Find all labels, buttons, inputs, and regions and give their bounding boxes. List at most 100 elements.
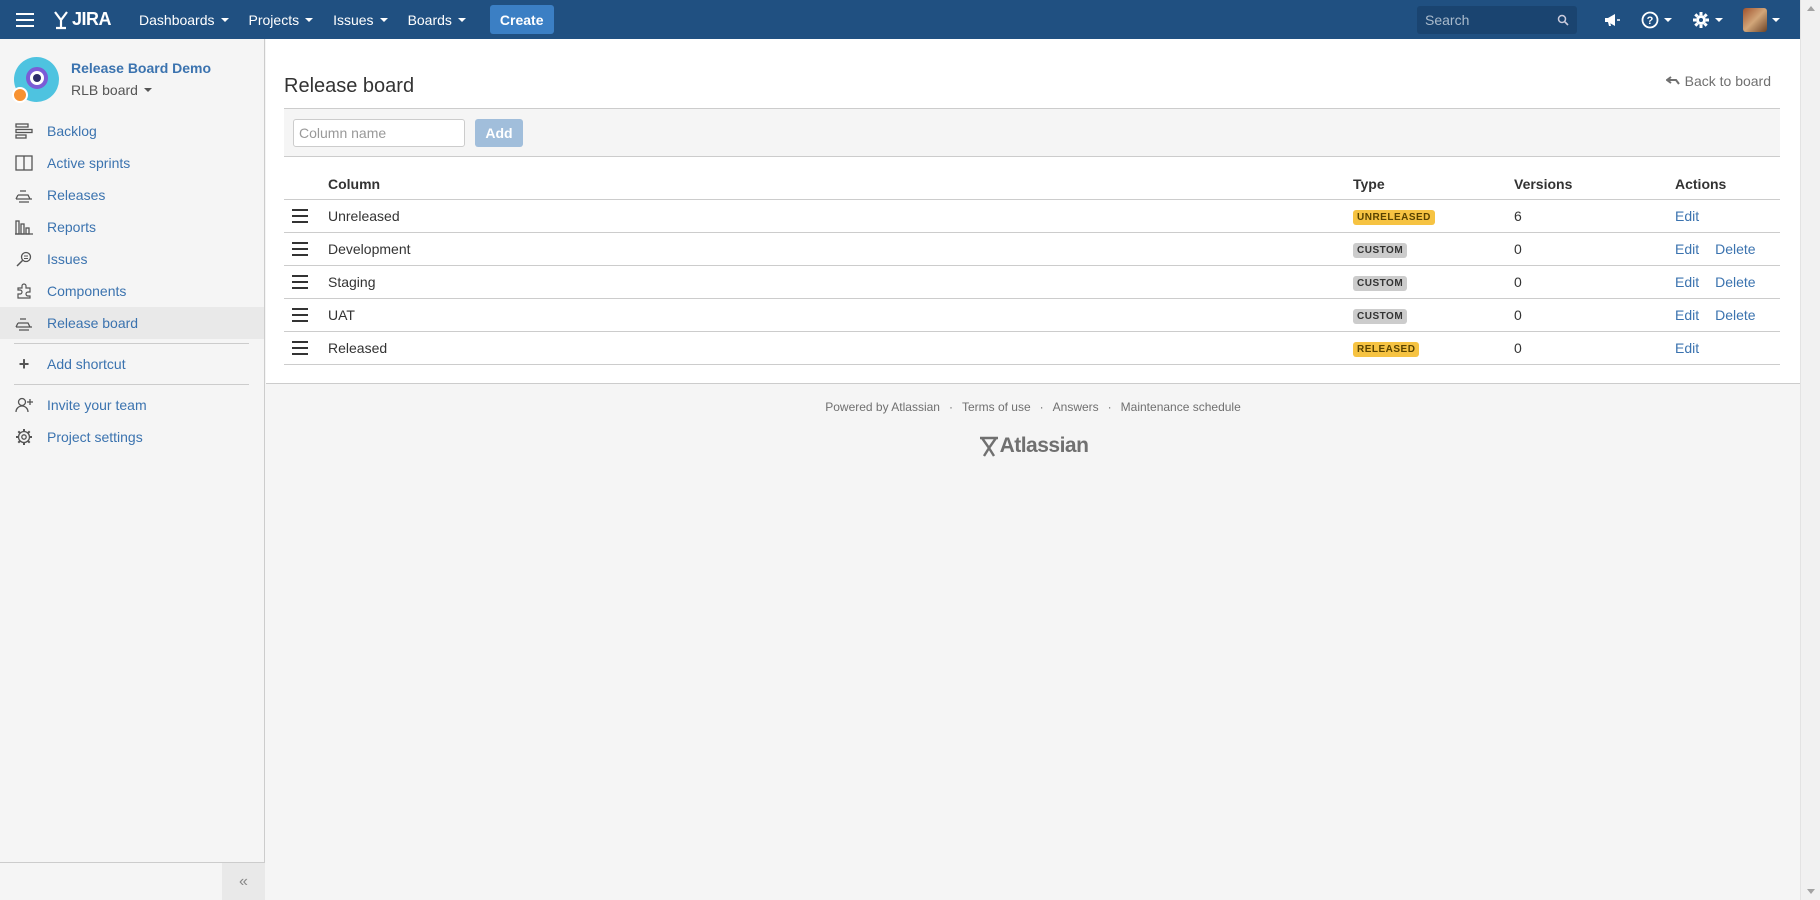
project-settings-label: Project settings (47, 429, 143, 445)
scrollbar[interactable] (1800, 0, 1820, 900)
board-selector[interactable]: RLB board (71, 82, 211, 98)
column-name: UAT (328, 307, 355, 323)
project-avatar[interactable] (12, 56, 59, 103)
type-lozenge: RELEASED (1353, 342, 1420, 357)
table-row: Released RELEASED 0 Edit (284, 332, 1780, 365)
sidebar-item-label: Releases (47, 187, 106, 203)
megaphone-icon (1605, 13, 1620, 26)
sidebar-item-release-board[interactable]: Release board (0, 307, 264, 339)
add-shortcut-button[interactable]: + Add shortcut (0, 348, 264, 380)
type-lozenge: CUSTOM (1353, 243, 1408, 258)
sidebar-item-label: Components (47, 283, 127, 299)
back-to-board-link[interactable]: Back to board (1665, 73, 1771, 89)
nav-dashboards[interactable]: Dashboards (129, 0, 239, 39)
drag-handle-icon[interactable] (292, 308, 308, 322)
sidebar-item-reports[interactable]: Reports (0, 211, 264, 243)
settings-button[interactable] (1692, 11, 1723, 29)
sidebar-item-releases[interactable]: Releases (0, 179, 264, 211)
back-arrow-icon (1665, 76, 1680, 85)
search-input[interactable] (1425, 11, 1557, 28)
project-settings-button[interactable]: Project settings (0, 421, 264, 453)
releases-icon (14, 185, 34, 205)
atlassian-logo-text: Atlassian (999, 434, 1089, 457)
sidebar-item-backlog[interactable]: Backlog (0, 115, 264, 147)
nav-boards[interactable]: Boards (398, 0, 476, 39)
project-name[interactable]: Release Board Demo (71, 60, 211, 76)
sidebar-item-label: Backlog (47, 123, 97, 139)
nav-issues-label: Issues (333, 11, 374, 28)
sidebar-item-active-sprints[interactable]: Active sprints (0, 147, 264, 179)
sidebar-item-issues[interactable]: Issues (0, 243, 264, 275)
sidebar-item-components[interactable]: Components (0, 275, 264, 307)
header-column: Column (328, 175, 381, 192)
gear-icon (14, 427, 34, 447)
delete-link[interactable]: Delete (1715, 241, 1755, 257)
search-icon[interactable] (1557, 14, 1569, 26)
sidebar-footer: « (0, 862, 265, 900)
code-badge-icon (12, 86, 28, 103)
chevron-down-icon (305, 17, 314, 22)
page-title: Release board (284, 75, 415, 97)
edit-link[interactable]: Edit (1675, 340, 1699, 356)
main-menu: Dashboards Projects Issues Boards (129, 0, 476, 39)
delete-link[interactable]: Delete (1715, 307, 1755, 323)
column-name: Staging (328, 274, 376, 290)
drag-handle-icon[interactable] (292, 242, 308, 256)
edit-link[interactable]: Edit (1675, 208, 1699, 224)
help-button[interactable]: ? (1641, 11, 1672, 29)
search-box (1417, 5, 1577, 34)
header-versions: Versions (1514, 175, 1573, 192)
sidebar: Release Board Demo RLB board Backlog Act… (0, 39, 265, 900)
header-type: Type (1353, 175, 1385, 192)
sidebar-item-label: Issues (47, 251, 88, 267)
delete-link[interactable]: Delete (1715, 274, 1755, 290)
nav-issues[interactable]: Issues (323, 0, 397, 39)
sidebar-divider (14, 384, 249, 385)
footer-link-answers[interactable]: Answers (1053, 400, 1099, 414)
footer-link-powered-by[interactable]: Powered by Atlassian (825, 400, 940, 414)
create-button[interactable]: Create (489, 5, 554, 34)
type-lozenge: CUSTOM (1353, 276, 1408, 291)
avatar (1743, 7, 1767, 32)
table-row: Development CUSTOM 0 Edit Delete (284, 233, 1780, 266)
reports-icon (14, 217, 34, 237)
column-name-input[interactable] (293, 118, 465, 147)
footer-separator: · (1039, 400, 1044, 414)
main-content: Release board Back to board Add Column T… (266, 39, 1800, 384)
scroll-up-icon[interactable] (1807, 6, 1815, 11)
edit-link[interactable]: Edit (1675, 307, 1699, 323)
edit-link[interactable]: Edit (1675, 274, 1699, 290)
menu-icon[interactable] (12, 0, 40, 39)
sidebar-divider (14, 343, 249, 344)
drag-handle-icon[interactable] (292, 275, 308, 289)
notifications-button[interactable] (1603, 12, 1621, 28)
collapse-sidebar-button[interactable]: « (222, 863, 265, 900)
page-footer: Powered by Atlassian · Terms of use · An… (266, 400, 1800, 458)
nav-projects-label: Projects (248, 11, 300, 28)
add-column-button[interactable]: Add (475, 118, 523, 147)
nav-dashboards-label: Dashboards (139, 11, 215, 28)
drag-handle-icon[interactable] (292, 341, 308, 355)
jira-logo[interactable]: JIRA (52, 9, 112, 30)
release-board-icon (14, 313, 34, 333)
svg-text:?: ? (1647, 15, 1654, 27)
chevron-down-icon (379, 17, 388, 22)
versions-count: 0 (1514, 307, 1522, 323)
invite-team-button[interactable]: Invite your team (0, 389, 264, 421)
footer-link-maintenance[interactable]: Maintenance schedule (1121, 400, 1241, 414)
top-navigation: JIRA Dashboards Projects Issues Boards C… (0, 0, 1800, 39)
drag-handle-icon[interactable] (292, 209, 308, 223)
chevron-down-icon (457, 17, 466, 22)
active-sprints-icon (14, 153, 34, 173)
scroll-down-icon[interactable] (1807, 889, 1815, 894)
nav-boards-label: Boards (407, 11, 452, 28)
sidebar-nav: Backlog Active sprints Releases Reports … (0, 115, 264, 453)
jira-logo-icon (54, 10, 68, 29)
footer-links: Powered by Atlassian · Terms of use · An… (266, 400, 1800, 414)
edit-link[interactable]: Edit (1675, 241, 1699, 257)
add-user-icon (14, 395, 34, 415)
user-menu-button[interactable] (1743, 7, 1780, 32)
atlassian-logo[interactable]: Atlassian (266, 434, 1800, 458)
footer-link-terms[interactable]: Terms of use (962, 400, 1031, 414)
nav-projects[interactable]: Projects (239, 0, 324, 39)
